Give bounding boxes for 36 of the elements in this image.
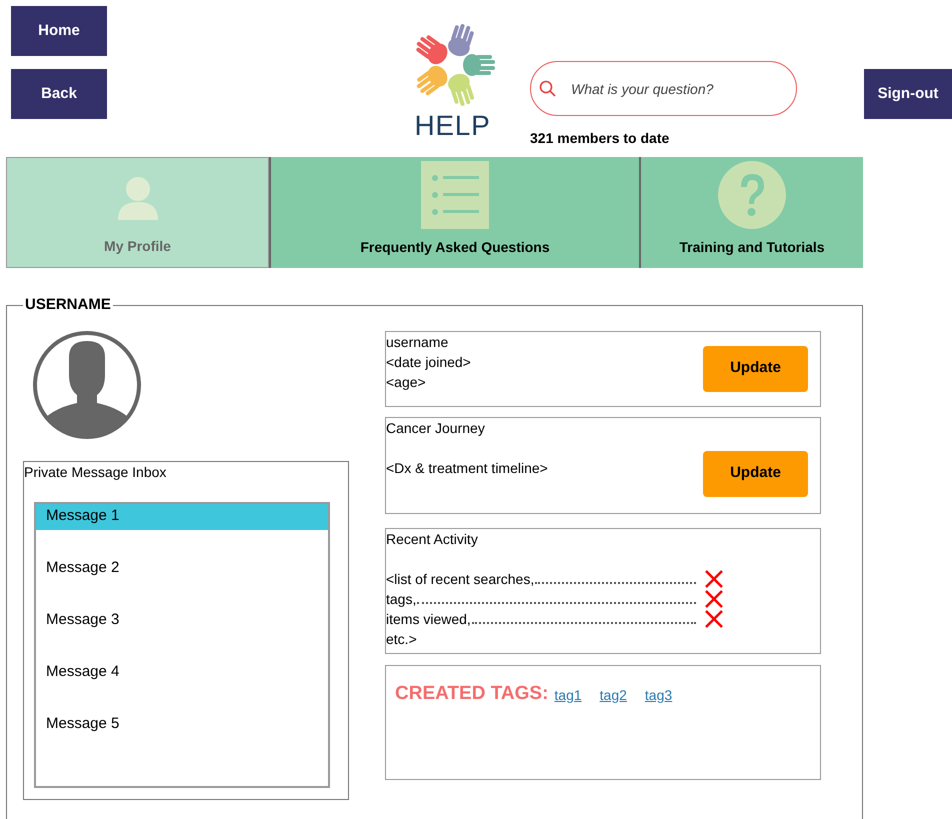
remove-icon — [704, 608, 724, 628]
activity-item: items viewed, — [386, 610, 471, 628]
journey-title: Cancer Journey — [386, 418, 486, 438]
nav-button[interactable]: Back — [11, 69, 107, 119]
person-icon — [116, 176, 160, 222]
sign-out-button[interactable]: Sign-out — [864, 69, 952, 119]
member-count: 321 members to date — [530, 129, 670, 148]
info-line: username — [386, 332, 450, 352]
remove-icon — [704, 568, 724, 588]
info-line: <age> — [386, 372, 427, 392]
tab[interactable]: Training and Tutorials — [639, 157, 863, 268]
nav-button[interactable]: Home — [11, 6, 107, 56]
tag-link[interactable]: tag2 — [600, 684, 627, 706]
update-button[interactable]: Update — [703, 346, 808, 392]
tab[interactable]: Frequently Asked Questions — [269, 157, 639, 268]
tab[interactable]: My Profile — [6, 157, 269, 268]
question-icon — [718, 161, 786, 229]
search-icon — [539, 80, 556, 97]
avatar-icon — [33, 330, 141, 438]
update-button[interactable]: Update — [703, 450, 808, 496]
logo-text: HELP — [414, 110, 490, 142]
info-line: <date joined> — [386, 352, 471, 372]
remove-icon — [704, 588, 724, 608]
tag-link[interactable]: tag3 — [644, 684, 672, 706]
tag-link[interactable]: tag1 — [554, 684, 582, 706]
activity-title: Recent Activity — [386, 530, 479, 548]
activity-item: <list of recent searches, — [386, 570, 534, 588]
list-icon — [421, 161, 489, 229]
activity-item: etc.> — [386, 630, 418, 648]
activity-item: tags, — [386, 590, 416, 608]
tags-label: CREATED TAGS: — [395, 682, 548, 706]
search-field[interactable]: What is your question? — [530, 61, 797, 116]
journey-text: <Dx & treatment timeline> — [386, 458, 548, 478]
inbox-title: Private Message Inbox — [24, 462, 168, 482]
message-item[interactable]: Message 1 — [36, 504, 328, 530]
section-title: USERNAME — [24, 295, 112, 315]
